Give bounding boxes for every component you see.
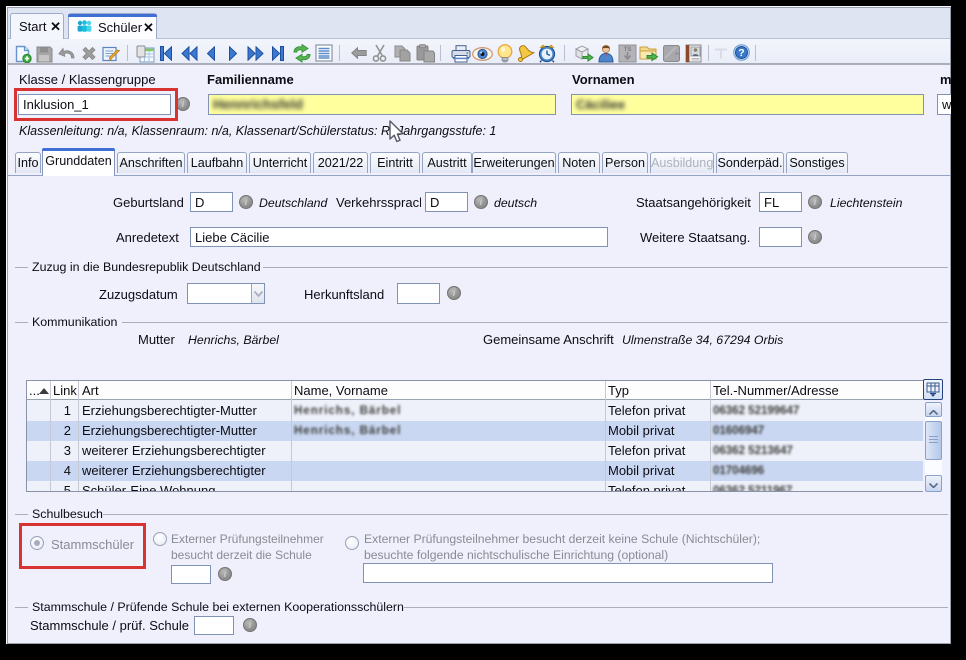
svg-text:?: ? — [738, 47, 744, 59]
